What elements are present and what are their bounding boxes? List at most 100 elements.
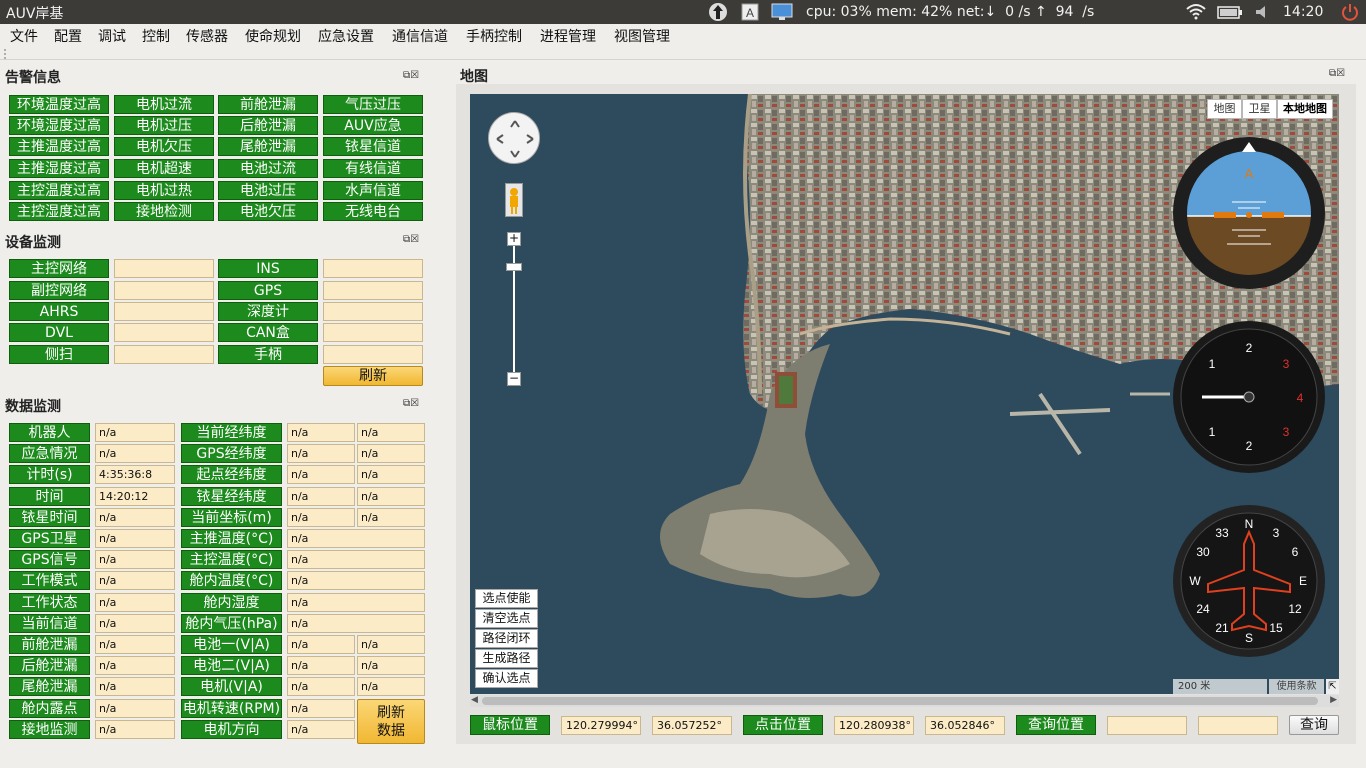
map-action-button[interactable]: 选点使能 xyxy=(475,589,538,608)
upload-arrow-icon[interactable] xyxy=(707,0,729,24)
data-value-field[interactable]: n/a xyxy=(95,719,175,739)
data-value-field[interactable]: n/a xyxy=(287,677,355,697)
mouse-lat-field[interactable]: 36.057252° xyxy=(652,716,732,735)
device-panel-buttons[interactable]: ⧉☒ xyxy=(403,234,419,245)
data-value-field[interactable]: n/a xyxy=(95,423,175,442)
device-status-field[interactable] xyxy=(114,281,214,300)
query-lat-input[interactable] xyxy=(1198,716,1278,735)
data-value-field[interactable]: n/a xyxy=(287,486,355,506)
device-status-field[interactable] xyxy=(323,259,423,278)
map-action-button[interactable]: 确认选点 xyxy=(475,669,538,688)
data-value-field[interactable]: n/a xyxy=(357,423,425,442)
data-value-field[interactable]: n/a xyxy=(95,550,175,570)
data-value-field[interactable]: n/a xyxy=(287,444,355,464)
data-value-field[interactable]: n/a xyxy=(287,613,425,633)
menu-item[interactable]: 手柄控制 xyxy=(466,26,522,46)
map-corner-toggle-icon[interactable]: ⇱ xyxy=(1326,679,1339,694)
menu-item[interactable]: 调试 xyxy=(98,26,126,46)
device-status-field[interactable] xyxy=(114,259,214,278)
data-value-field[interactable]: n/a xyxy=(95,677,175,697)
data-value-field[interactable]: n/a xyxy=(357,486,425,506)
scroll-right-icon[interactable]: ▶ xyxy=(1330,695,1337,705)
device-status-field[interactable] xyxy=(323,323,423,342)
keyboard-a-icon[interactable]: A xyxy=(741,0,759,24)
map-type-tab[interactable]: 本地地图 xyxy=(1277,99,1333,119)
grip-handle-icon[interactable] xyxy=(2,47,14,61)
power-icon[interactable] xyxy=(1340,0,1360,24)
map-action-button[interactable]: 路径闭环 xyxy=(475,629,538,648)
data-value-field[interactable]: 14:20:12 xyxy=(95,486,175,506)
wifi-icon[interactable] xyxy=(1185,0,1207,24)
scrollbar-thumb[interactable] xyxy=(482,697,1318,705)
data-value-field[interactable]: n/a xyxy=(287,719,355,739)
street-view-pegman-icon[interactable] xyxy=(505,183,523,217)
device-refresh-button[interactable]: 刷新 xyxy=(323,366,423,386)
menu-item[interactable]: 通信信道 xyxy=(392,26,448,46)
device-status-field[interactable] xyxy=(323,281,423,300)
data-value-field[interactable]: n/a xyxy=(287,635,355,654)
data-panel-buttons[interactable]: ⧉☒ xyxy=(403,398,419,409)
map-type-tab[interactable]: 地图 xyxy=(1207,99,1242,119)
data-value-field[interactable]: n/a xyxy=(287,529,425,548)
close-icon[interactable]: ☒ xyxy=(410,234,419,245)
zoom-in-button[interactable]: + xyxy=(507,232,521,246)
click-lat-field[interactable]: 36.052846° xyxy=(925,716,1005,735)
data-value-field[interactable]: n/a xyxy=(287,592,425,612)
data-value-field[interactable]: n/a xyxy=(357,465,425,485)
satellite-map[interactable]: + − A 2 3 4 3 2 1 1 N 3 6 E 12 15 S 21 2… xyxy=(470,94,1339,694)
menu-item[interactable]: 传感器 xyxy=(186,26,228,46)
map-panel-buttons[interactable]: ⧉☒ xyxy=(1329,68,1345,79)
data-value-field[interactable]: n/a xyxy=(287,698,355,718)
device-status-field[interactable] xyxy=(114,302,214,321)
data-value-field[interactable]: n/a xyxy=(357,677,425,697)
data-value-field[interactable]: n/a xyxy=(357,507,425,527)
data-value-field[interactable]: n/a xyxy=(95,698,175,718)
menu-item[interactable]: 视图管理 xyxy=(614,26,670,46)
scroll-left-icon[interactable]: ◀ xyxy=(471,695,478,705)
data-value-field[interactable]: n/a xyxy=(357,444,425,464)
data-value-field[interactable]: n/a xyxy=(287,507,355,527)
alarm-panel-buttons[interactable]: ⧉☒ xyxy=(403,70,419,81)
data-value-field[interactable]: n/a xyxy=(95,613,175,633)
map-type-tab[interactable]: 卫星 xyxy=(1242,99,1277,119)
data-value-field[interactable]: n/a xyxy=(95,444,175,464)
device-status-field[interactable] xyxy=(114,323,214,342)
data-value-field[interactable]: n/a xyxy=(95,529,175,548)
menu-item[interactable]: 控制 xyxy=(142,26,170,46)
data-value-field[interactable]: n/a xyxy=(357,635,425,654)
map-action-button[interactable]: 清空选点 xyxy=(475,609,538,628)
data-value-field[interactable]: n/a xyxy=(287,550,425,570)
menu-item[interactable]: 使命规划 xyxy=(245,26,301,46)
query-lon-input[interactable] xyxy=(1107,716,1187,735)
pan-control[interactable] xyxy=(488,112,540,164)
data-value-field[interactable]: n/a xyxy=(95,635,175,654)
click-lon-field[interactable]: 120.280938° xyxy=(834,716,914,735)
data-value-field[interactable]: n/a xyxy=(287,465,355,485)
menu-item[interactable]: 进程管理 xyxy=(540,26,596,46)
map-action-button[interactable]: 生成路径 xyxy=(475,649,538,668)
device-status-field[interactable] xyxy=(323,345,423,364)
data-value-field[interactable]: n/a xyxy=(95,656,175,676)
menu-item[interactable]: 应急设置 xyxy=(318,26,374,46)
close-icon[interactable]: ☒ xyxy=(1336,68,1345,79)
map-horizontal-scrollbar[interactable]: ◀ ▶ xyxy=(470,695,1339,707)
clock[interactable]: 14:20 xyxy=(1283,0,1323,24)
data-value-field[interactable]: n/a xyxy=(95,571,175,591)
data-value-field[interactable]: n/a xyxy=(357,656,425,676)
display-icon[interactable] xyxy=(771,0,793,24)
data-value-field[interactable]: n/a xyxy=(287,423,355,442)
map-terms-link[interactable]: 使用条款 xyxy=(1269,679,1324,694)
data-value-field[interactable]: n/a xyxy=(95,507,175,527)
device-status-field[interactable] xyxy=(323,302,423,321)
query-button[interactable]: 查询 xyxy=(1289,715,1339,735)
data-refresh-button[interactable]: 刷新 数据 xyxy=(357,699,425,744)
device-status-field[interactable] xyxy=(114,345,214,364)
zoom-out-button[interactable]: − xyxy=(507,372,521,386)
data-value-field[interactable]: 4:35:36:8 xyxy=(95,465,175,485)
data-value-field[interactable]: n/a xyxy=(287,571,425,591)
data-value-field[interactable]: n/a xyxy=(95,592,175,612)
close-icon[interactable]: ☒ xyxy=(410,398,419,409)
battery-icon[interactable] xyxy=(1217,0,1243,24)
zoom-slider-handle[interactable] xyxy=(506,263,522,271)
volume-icon[interactable] xyxy=(1254,0,1272,24)
